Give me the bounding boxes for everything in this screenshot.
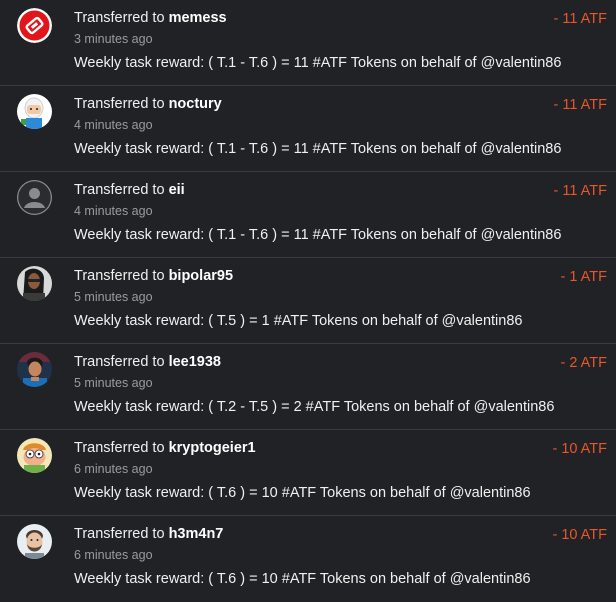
transfer-row: Transferred to memess 3 minutes ago Week… (0, 0, 616, 86)
transfer-row: Transferred to h3m4n7 6 minutes ago Week… (0, 516, 616, 602)
recipient-link[interactable]: noctury (169, 96, 222, 112)
transfer-amount: - 2 ATF (560, 355, 607, 371)
transfer-memo: Weekly task reward: ( T.1 - T.6 ) = 11 #… (74, 227, 562, 243)
transfer-memo: Weekly task reward: ( T.1 - T.6 ) = 11 #… (74, 55, 562, 71)
recipient-link[interactable]: kryptogeier1 (169, 440, 256, 456)
transfer-title: Transferred to lee1938 (74, 354, 221, 370)
transfer-list: Transferred to memess 3 minutes ago Week… (0, 0, 616, 602)
transfer-amount: - 10 ATF (552, 441, 607, 457)
transfer-time: 6 minutes ago (74, 548, 153, 562)
transfer-time: 6 minutes ago (74, 462, 153, 476)
transfer-row: Transferred to eii 4 minutes ago Weekly … (0, 172, 616, 258)
lee1938-avatar[interactable] (17, 352, 52, 387)
bipolar95-avatar[interactable] (17, 266, 52, 301)
transfer-time: 5 minutes ago (74, 290, 153, 304)
transfer-prefix: Transferred to (74, 354, 169, 370)
transfer-title: Transferred to h3m4n7 (74, 526, 223, 542)
transfer-memo: Weekly task reward: ( T.1 - T.6 ) = 11 #… (74, 141, 562, 157)
transfer-memo: Weekly task reward: ( T.2 - T.5 ) = 2 #A… (74, 399, 555, 415)
transfer-time: 3 minutes ago (74, 32, 153, 46)
transfer-amount: - 11 ATF (553, 11, 607, 27)
memess-avatar[interactable] (17, 8, 52, 43)
recipient-link[interactable]: lee1938 (169, 354, 221, 370)
transfer-amount: - 10 ATF (552, 527, 607, 543)
transfer-memo: Weekly task reward: ( T.6 ) = 10 #ATF To… (74, 485, 531, 501)
transfer-title: Transferred to kryptogeier1 (74, 440, 256, 456)
transfer-row: Transferred to bipolar95 5 minutes ago W… (0, 258, 616, 344)
transfer-prefix: Transferred to (74, 10, 169, 26)
h3m4n7-avatar[interactable] (17, 524, 52, 559)
eii-avatar[interactable] (17, 180, 52, 215)
transfer-prefix: Transferred to (74, 182, 169, 198)
transfer-memo: Weekly task reward: ( T.5 ) = 1 #ATF Tok… (74, 313, 523, 329)
transfer-time: 4 minutes ago (74, 204, 153, 218)
transfer-title: Transferred to eii (74, 182, 185, 198)
transfer-row: Transferred to lee1938 5 minutes ago Wee… (0, 344, 616, 430)
noctury-avatar[interactable] (17, 94, 52, 129)
transfer-memo: Weekly task reward: ( T.6 ) = 10 #ATF To… (74, 571, 531, 587)
transfer-amount: - 11 ATF (553, 97, 607, 113)
transfer-amount: - 11 ATF (553, 183, 607, 199)
transfer-title: Transferred to memess (74, 10, 227, 26)
transfer-prefix: Transferred to (74, 96, 169, 112)
recipient-link[interactable]: bipolar95 (169, 268, 233, 284)
transfer-row: Transferred to noctury 4 minutes ago Wee… (0, 86, 616, 172)
transfer-title: Transferred to bipolar95 (74, 268, 233, 284)
transfer-amount: - 1 ATF (560, 269, 607, 285)
transfer-prefix: Transferred to (74, 440, 169, 456)
transfer-prefix: Transferred to (74, 268, 169, 284)
transfer-prefix: Transferred to (74, 526, 169, 542)
recipient-link[interactable]: h3m4n7 (169, 526, 224, 542)
recipient-link[interactable]: memess (169, 10, 227, 26)
transfer-row: Transferred to kryptogeier1 6 minutes ag… (0, 430, 616, 516)
transfer-title: Transferred to noctury (74, 96, 222, 112)
kryptogeier1-avatar[interactable] (17, 438, 52, 473)
recipient-link[interactable]: eii (169, 182, 185, 198)
transfer-time: 4 minutes ago (74, 118, 153, 132)
transfer-time: 5 minutes ago (74, 376, 153, 390)
